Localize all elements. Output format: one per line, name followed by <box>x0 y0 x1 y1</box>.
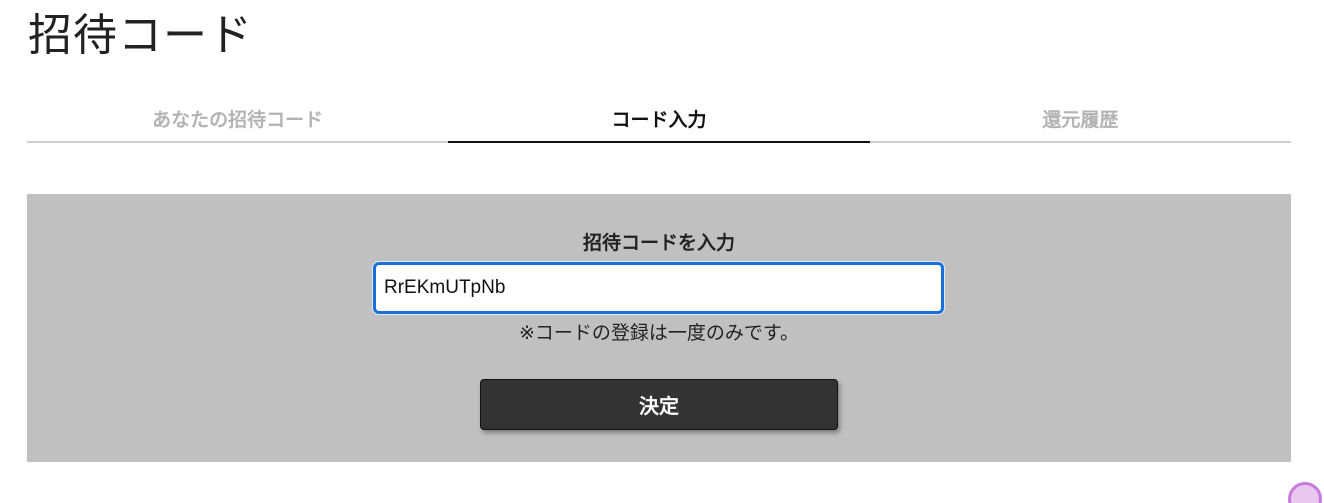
tab-code-input[interactable]: コード入力 <box>448 96 870 143</box>
invite-code-label: 招待コードを入力 <box>582 232 735 254</box>
tab-reward-history[interactable]: 還元履歴 <box>870 96 1291 141</box>
page-title: 招待コード <box>28 10 253 61</box>
submit-button[interactable]: 決定 <box>480 379 838 430</box>
invite-code-input[interactable] <box>373 262 944 314</box>
floating-assistant-icon[interactable] <box>1288 482 1322 503</box>
tab-bar: あなたの招待コード コード入力 還元履歴 <box>27 96 1291 143</box>
tab-your-invite-code[interactable]: あなたの招待コード <box>27 96 448 141</box>
registration-note: ※コードの登録は一度のみです。 <box>518 322 800 344</box>
code-entry-panel: 招待コードを入力 ※コードの登録は一度のみです。 決定 <box>27 194 1291 462</box>
page: 招待コード あなたの招待コード コード入力 還元履歴 招待コードを入力 ※コード… <box>0 0 1324 503</box>
